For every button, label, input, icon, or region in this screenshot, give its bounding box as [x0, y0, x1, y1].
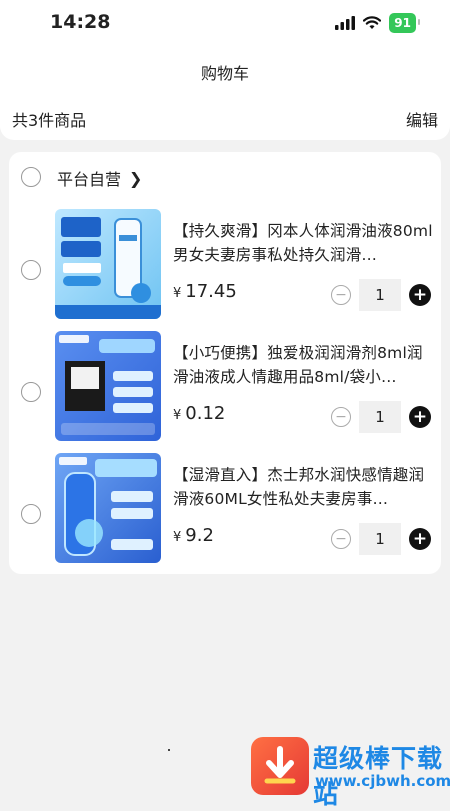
quantity-input[interactable]: 1 — [359, 401, 401, 433]
cart-item: 【小巧便携】独爱极润润滑剂8ml润滑油液成人情趣用品8ml/袋小… ¥0.12 … — [9, 331, 441, 441]
minus-icon[interactable]: − — [331, 529, 351, 549]
product-title[interactable]: 【持久爽滑】冈本人体润滑油液80ml男女夫妻房事私处持久润滑… — [173, 219, 435, 267]
item-select-radio[interactable] — [21, 260, 41, 280]
watermark-url: www.cjbwh.com — [315, 772, 450, 790]
minus-icon[interactable]: − — [331, 407, 351, 427]
item-select-radio[interactable] — [21, 382, 41, 402]
currency-symbol: ¥ — [173, 530, 182, 545]
status-time: 14:28 — [50, 11, 111, 33]
quantity-stepper: − 1 + — [331, 401, 431, 433]
item-count: 共3件商品 — [12, 111, 87, 130]
cart-card: 平台自营 ❯ 【持久爽滑】冈本人体润滑油液80ml男女夫妻房事私处持久润滑… ¥… — [9, 152, 441, 574]
cart-item: 【湿滑直入】杰士邦水润快感情趣润滑液60ML女性私处夫妻房事… ¥9.2 − 1… — [9, 453, 441, 563]
product-price: ¥17.45 — [173, 281, 237, 302]
product-price: ¥9.2 — [173, 525, 214, 546]
watermark: 超级棒下载站 www.cjbwh.com — [247, 735, 450, 809]
wifi-icon — [363, 16, 382, 29]
shop-name: 平台自营 — [57, 170, 122, 189]
cart-header: 购物车 共3件商品 编辑 — [0, 44, 450, 140]
price-value: 17.45 — [185, 281, 237, 302]
item-select-radio[interactable] — [21, 504, 41, 524]
product-image[interactable] — [55, 331, 161, 441]
quantity-stepper: − 1 + — [331, 523, 431, 555]
price-value: 9.2 — [185, 525, 214, 546]
home-indicator — [168, 749, 170, 751]
shop-header[interactable]: 平台自营 ❯ — [57, 166, 142, 190]
product-title[interactable]: 【小巧便携】独爱极润润滑剂8ml润滑油液成人情趣用品8ml/袋小… — [173, 341, 435, 389]
chevron-right-icon: ❯ — [129, 168, 143, 188]
product-image[interactable] — [55, 453, 161, 563]
edit-button[interactable]: 编辑 — [406, 107, 438, 131]
status-icons: 91 — [335, 13, 420, 33]
plus-icon[interactable]: + — [409, 406, 431, 428]
quantity-input[interactable]: 1 — [359, 523, 401, 555]
watermark-logo-icon — [251, 737, 309, 795]
minus-icon[interactable]: − — [331, 285, 351, 305]
battery-indicator: 91 — [389, 13, 420, 33]
plus-icon[interactable]: + — [409, 528, 431, 550]
product-image[interactable] — [55, 209, 161, 319]
quantity-stepper: − 1 + — [331, 279, 431, 311]
cart-item: 【持久爽滑】冈本人体润滑油液80ml男女夫妻房事私处持久润滑… ¥17.45 −… — [9, 209, 441, 319]
price-value: 0.12 — [185, 403, 226, 424]
currency-symbol: ¥ — [173, 408, 182, 423]
plus-icon[interactable]: + — [409, 284, 431, 306]
shop-select-radio[interactable] — [21, 167, 41, 187]
page-title: 购物车 — [200, 64, 249, 83]
status-bar: 14:28 91 — [0, 0, 450, 44]
product-price: ¥0.12 — [173, 403, 225, 424]
product-title[interactable]: 【湿滑直入】杰士邦水润快感情趣润滑液60ML女性私处夫妻房事… — [173, 463, 435, 511]
quantity-input[interactable]: 1 — [359, 279, 401, 311]
currency-symbol: ¥ — [173, 286, 182, 301]
signal-icon — [335, 16, 356, 30]
